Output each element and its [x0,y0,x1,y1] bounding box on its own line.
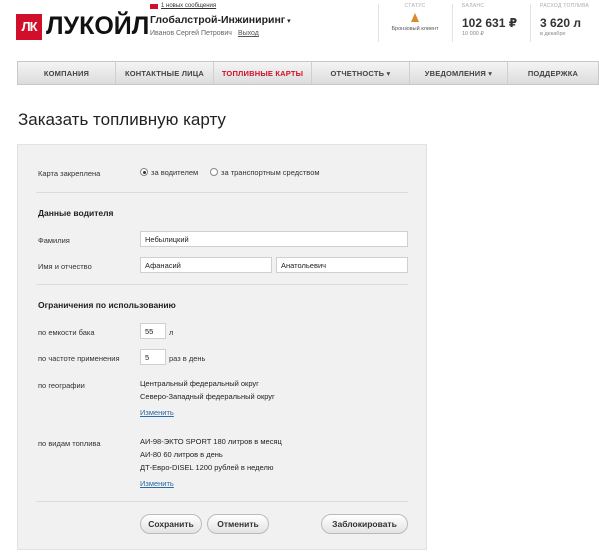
page-title: Заказать топливную карту [18,110,226,129]
geo-label: по географии [38,381,85,390]
divider [36,192,408,193]
logo-text: ЛУКОЙЛ [46,12,150,40]
main-nav: КОМПАНИЯ КОНТАКТНЫЕ ЛИЦА ТОПЛИВНЫЕ КАРТЫ… [17,61,599,85]
status-block: СТАТУС Бронзовый клиент [388,3,442,32]
nav-item-reports[interactable]: ОТЧЕТНОСТЬ ▾ [312,62,410,84]
geo-change-link[interactable]: Изменить [140,408,174,417]
fuel-caption: РАСХОД ТОПЛИВА [540,3,590,9]
driver-section-title: Данные водителя [38,208,114,218]
tank-input[interactable]: 55 [140,323,166,339]
logo-mark-icon: ЛК [16,13,42,40]
fuel-type-item: АИ-98-ЭКТО SPORT 180 литров в месяц [140,437,282,446]
balance-value: 102 631 ₽ [462,16,518,30]
balance-caption: БАЛАНС [462,3,485,9]
balance-block: БАЛАНС 102 631 ₽ 10 000 ₽ [462,3,520,37]
notifications[interactable]: 1 новых сообщения [150,3,216,9]
tank-unit: л [169,328,174,337]
logout-link[interactable]: Выход [238,30,259,37]
cancel-button[interactable]: Отменить [207,514,269,534]
card-bound-label: Карта закреплена [38,169,101,178]
radio-driver[interactable]: за водителем [140,168,198,177]
nav-item-contacts[interactable]: КОНТАКТНЫЕ ЛИЦА [116,62,214,84]
save-button[interactable]: Сохранить [140,514,202,534]
limits-section-title: Ограничения по использованию [38,300,176,310]
status-caption: СТАТУС [404,3,426,9]
fuel-consumption-block: РАСХОД ТОПЛИВА 3 620 л в декабре [540,3,595,37]
order-card-form: Карта закреплена за водителем за транспо… [17,144,427,550]
nav-item-company[interactable]: КОМПАНИЯ [18,62,116,84]
divider [378,4,379,42]
nav-item-support[interactable]: ПОДДЕРЖКА [508,62,598,84]
fuel-type-item: ДТ-Евро-DISEL 1200 рублей в неделю [140,463,274,472]
user-name: Иванов Сергей Петрович [150,30,232,37]
radio-driver-label: за водителем [151,168,199,177]
header: ЛК ЛУКОЙЛ 1 новых сообщения Глобалстрой-… [0,0,599,52]
fuel-type-item: АИ-80 60 литров в день [140,450,223,459]
notifications-link[interactable]: 1 новых сообщения [161,3,216,9]
fuel-change-link[interactable]: Изменить [140,479,174,488]
radio-vehicle-label: за транспортным средством [221,168,320,177]
divider [36,501,408,502]
patronymic-input[interactable]: Анатольевич [276,257,408,273]
fuel-type-list: АИ-98-ЭКТО SPORT 180 литров в месяц АИ-8… [140,435,282,474]
block-button[interactable]: Заблокировать [321,514,408,534]
name-label: Имя и отчество [38,262,92,271]
nav-item-notifications[interactable]: УВЕДОМЛЕНИЯ ▾ [410,62,508,84]
surname-input[interactable]: Небылицкий [140,231,408,247]
freq-unit: раз в день [169,354,206,363]
divider [36,284,408,285]
user-info: Иванов Сергей Петрович Выход [150,30,259,37]
status-label: Бронзовый клиент [391,26,439,32]
fuel-type-label: по видам топлива [38,439,101,448]
geo-list: Центральный федеральный округ Северо-Зап… [140,377,275,403]
freq-input[interactable]: 5 [140,349,166,365]
divider [530,4,531,42]
divider [452,4,453,42]
fuel-value: 3 620 л [540,16,581,30]
tank-label: по емкости бака [38,328,95,337]
radio-vehicle[interactable]: за транспортным средством [210,168,320,177]
chevron-down-icon: ▾ [287,18,291,25]
freq-label: по частоте применения [38,354,120,363]
fuel-sub: в декабре [540,31,566,37]
radio-unchecked-icon[interactable] [210,168,218,176]
balance-sub: 10 000 ₽ [462,31,484,37]
nav-item-fuel-cards[interactable]: ТОПЛИВНЫЕ КАРТЫ [214,62,312,84]
geo-item: Северо-Западный федеральный округ [140,392,275,401]
lukoil-logo[interactable]: ЛК ЛУКОЙЛ [16,12,149,41]
surname-label: Фамилия [38,236,70,245]
envelope-icon [150,3,158,9]
geo-item: Центральный федеральный округ [140,379,259,388]
company-name: Глобалстрой-Инжиниринг [150,14,286,26]
company-selector[interactable]: Глобалстрой-Инжиниринг ▾ [150,14,291,26]
bronze-status-icon [410,13,421,24]
first-name-input[interactable]: Афанасий [140,257,272,273]
radio-checked-icon[interactable] [140,168,148,176]
